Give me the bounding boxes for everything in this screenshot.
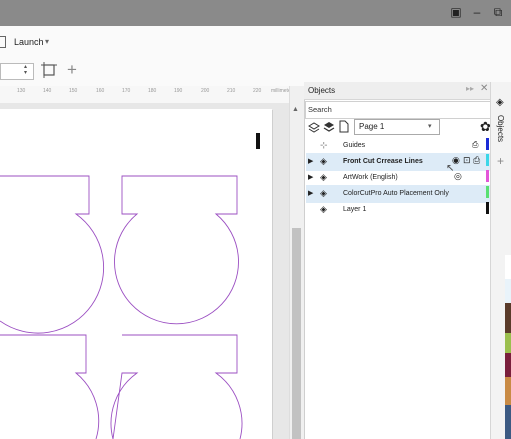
- objects-tab-label[interactable]: Objects: [496, 115, 505, 142]
- add-tab-icon[interactable]: +: [497, 154, 504, 168]
- ruler-tick: 130: [17, 88, 26, 94]
- title-bar: ▣ ‒ ⧉: [0, 0, 511, 26]
- search-placeholder: Search: [308, 105, 332, 114]
- layer-color-swatch: [486, 138, 489, 150]
- launch-icon: [0, 36, 6, 48]
- layer-color-swatch: [486, 186, 489, 198]
- layer-name: Front Cut Crrease Lines: [343, 158, 423, 165]
- color-palette[interactable]: [505, 255, 511, 439]
- layer-icon: ◈: [320, 188, 327, 198]
- docker-header: Objects ▸▸ ✕: [304, 82, 490, 100]
- ruler-tick: 220: [253, 88, 262, 94]
- maximize-button[interactable]: ⧉: [490, 4, 506, 20]
- layer-name: Layer 1: [343, 206, 367, 213]
- expand-icon[interactable]: ▶: [308, 157, 313, 165]
- ruler-tick: 150: [69, 88, 78, 94]
- ruler-tick: 190: [174, 88, 183, 94]
- chevron-down-icon[interactable]: ▾: [45, 37, 49, 46]
- layer-row-layer1[interactable]: ◈ Layer 1: [306, 201, 490, 219]
- ruler-tick: 180: [148, 88, 157, 94]
- print-icon[interactable]: ⎙: [472, 140, 478, 150]
- layer-icon: ◈: [320, 204, 327, 214]
- search-input[interactable]: Search: [305, 101, 491, 119]
- standard-toolbar: Launch ▾: [0, 26, 511, 57]
- expand-icon[interactable]: ▶: [308, 173, 313, 181]
- lock-icon[interactable]: ⊡: [463, 155, 471, 166]
- layers-icon: ◈: [496, 97, 504, 108]
- ruler-tick: 200: [201, 88, 210, 94]
- chevron-down-icon: ▾: [428, 123, 432, 130]
- guides-icon: ⊹: [320, 140, 328, 150]
- layer-icon: ◈: [320, 172, 327, 182]
- layer-color-swatch: [486, 202, 489, 214]
- page-selector[interactable]: Page 1 ▾: [354, 119, 440, 135]
- page-selector-value: Page 1: [359, 122, 385, 131]
- ruler-tick: 140: [43, 88, 52, 94]
- eye-hidden-icon[interactable]: ◎: [454, 171, 462, 182]
- scroll-up-icon[interactable]: ▲: [292, 106, 299, 113]
- print-icon[interactable]: ⎙: [473, 155, 480, 166]
- ruler-tick: 160: [96, 88, 105, 94]
- new-layer-icon[interactable]: [308, 121, 320, 133]
- layer-icon: ◈: [320, 156, 327, 166]
- objects-docker: [304, 82, 491, 439]
- horizontal-ruler: 130 140 150 160 170 180 190 200 210 220 …: [0, 86, 295, 104]
- ruler-tick: 170: [122, 88, 131, 94]
- layer-name: Guides: [343, 142, 366, 149]
- drawing-workspace[interactable]: [0, 103, 289, 439]
- cut-lines-artwork[interactable]: [0, 103, 289, 439]
- layer-color-swatch: [486, 154, 489, 166]
- collapse-icon[interactable]: ▸▸: [466, 84, 474, 93]
- layer-color-swatch: [486, 170, 489, 182]
- add-icon[interactable]: +: [67, 60, 77, 80]
- docker-title: Objects: [308, 86, 336, 95]
- ruler-tick: 210: [227, 88, 236, 94]
- scrollbar-thumb[interactable]: [292, 228, 301, 439]
- expand-icon[interactable]: ▶: [308, 189, 313, 197]
- layer-name: ColorCutPro Auto Placement Only: [343, 190, 449, 197]
- layer-name: ArtWork (English): [343, 174, 398, 181]
- layers-icon[interactable]: [323, 121, 335, 133]
- restore-icon[interactable]: ▣: [448, 4, 464, 20]
- page-icon[interactable]: [339, 120, 349, 133]
- close-icon[interactable]: ✕: [480, 83, 488, 94]
- spinner-icon[interactable]: ▴ ▾: [24, 64, 27, 76]
- transform-icon[interactable]: [41, 62, 57, 78]
- minimize-button[interactable]: ‒: [469, 4, 485, 20]
- launch-button[interactable]: Launch: [14, 37, 44, 47]
- nudge-input[interactable]: [0, 63, 34, 80]
